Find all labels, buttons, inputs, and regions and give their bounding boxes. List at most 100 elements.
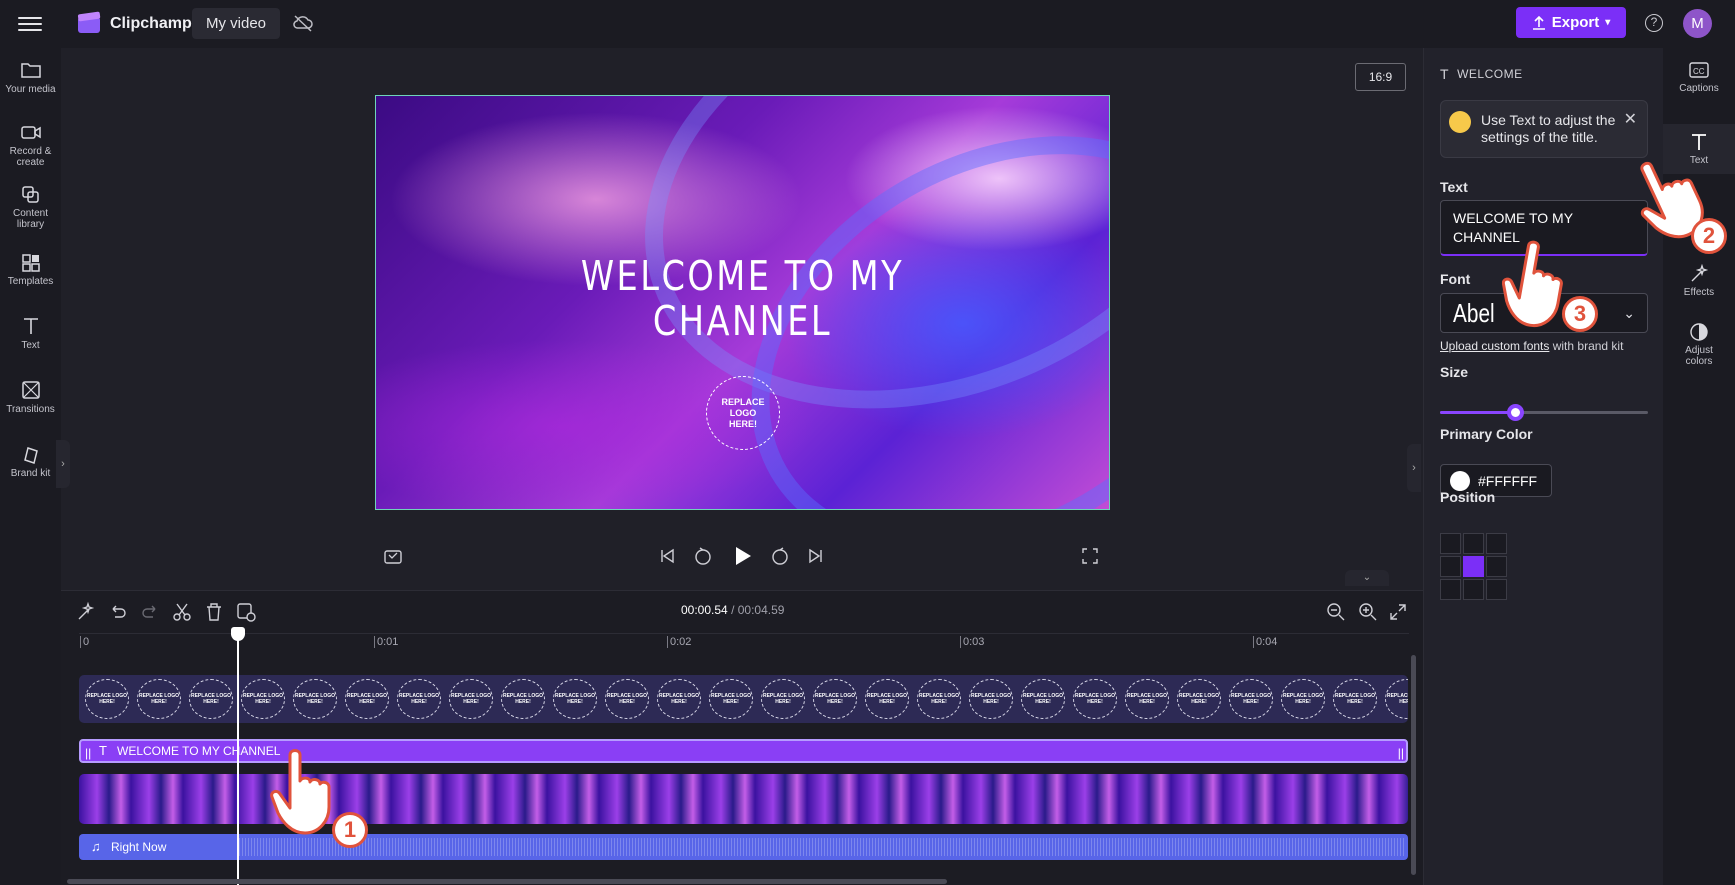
- logo-clip-thumbnail: REPLACE LOGO HERE!: [969, 679, 1013, 719]
- logo-clip-thumbnail: REPLACE LOGO HERE!: [137, 679, 181, 719]
- sidebar-item-text[interactable]: Text: [0, 316, 61, 351]
- logo-clip-track[interactable]: REPLACE LOGO HERE! REPLACE LOGO HERE! REPL…: [79, 675, 1408, 723]
- logo-placeholder-text: REPLACE LOGO HERE!: [721, 396, 765, 429]
- sidebar-item-content-library[interactable]: Content library: [0, 184, 61, 230]
- horizontal-scrollbar[interactable]: [67, 879, 947, 884]
- collapse-timeline-button[interactable]: ⌄: [1345, 570, 1389, 586]
- forward-5s-icon[interactable]: [770, 546, 790, 566]
- playhead[interactable]: [237, 631, 239, 885]
- zoom-in-icon[interactable]: [1357, 601, 1379, 623]
- logo-clip-thumbnail: REPLACE LOGO HERE!: [657, 679, 701, 719]
- logo-clip-thumbnail: REPLACE LOGO HERE!: [1281, 679, 1325, 719]
- position-top-center[interactable]: [1463, 533, 1484, 554]
- clip-handle-right[interactable]: ||: [1398, 743, 1404, 763]
- playhead-handle[interactable]: [231, 627, 245, 641]
- transitions-icon: [21, 381, 40, 399]
- fullscreen-icon[interactable]: [1081, 547, 1099, 565]
- video-preview-canvas[interactable]: WELCOME TO MY CHANNEL REPLACE LOGO HERE!: [375, 95, 1110, 510]
- sidebar-item-adjust-colors[interactable]: Adjust colors: [1663, 322, 1735, 367]
- logo-clip-thumbnail: REPLACE LOGO HERE!: [605, 679, 649, 719]
- emoji-face-icon: [1449, 111, 1471, 133]
- folder-icon: [20, 63, 41, 78]
- sidebar-item-label: Content library: [12, 208, 49, 230]
- scissors-icon[interactable]: [171, 601, 193, 623]
- position-top-left[interactable]: [1440, 533, 1461, 554]
- logo-clip-thumbnail: REPLACE LOGO HERE!: [1229, 679, 1273, 719]
- brand-name: Clipchamp: [110, 15, 192, 32]
- color-swatch: [1450, 470, 1470, 491]
- avatar[interactable]: M: [1683, 9, 1712, 38]
- library-icon: [21, 186, 39, 203]
- export-label: Export: [1551, 14, 1600, 31]
- fit-timeline-icon[interactable]: [1387, 601, 1409, 623]
- cloud-off-icon[interactable]: [292, 13, 314, 33]
- position-middle-left[interactable]: [1440, 556, 1461, 577]
- audio-waveform: [239, 838, 1404, 856]
- menu-icon[interactable]: [18, 13, 42, 35]
- project-name-field[interactable]: My video: [192, 8, 281, 39]
- pointer-hand-icon: [270, 749, 331, 835]
- position-bottom-center[interactable]: [1463, 579, 1484, 600]
- logo-placeholder[interactable]: REPLACE LOGO HERE!: [706, 376, 780, 450]
- sidebar-item-label: Brand kit: [10, 468, 51, 479]
- logo-clip-thumbnail: REPLACE LOGO HERE!: [1177, 679, 1221, 719]
- redo-icon[interactable]: [139, 601, 161, 623]
- audio-clip-label: Right Now: [111, 840, 167, 854]
- font-select-value: Abel: [1453, 298, 1495, 328]
- rewind-5s-icon[interactable]: [693, 546, 713, 566]
- sidebar-item-label: Captions: [1679, 83, 1719, 94]
- title-line-1: WELCOME TO MY: [580, 252, 905, 300]
- magic-wand-icon[interactable]: [75, 601, 97, 623]
- help-icon[interactable]: ?: [1645, 14, 1663, 32]
- time-ruler[interactable]: 0 0:01 0:02 0:03 0:04: [79, 633, 1409, 655]
- sidebar-item-record-create[interactable]: Record & create: [0, 122, 61, 168]
- audio-clip-track[interactable]: ♫ Right Now: [79, 834, 1408, 860]
- primary-color-value: #FFFFFF: [1478, 472, 1538, 489]
- upload-suffix: with brand kit: [1549, 339, 1624, 353]
- position-middle-right[interactable]: [1486, 556, 1507, 577]
- magic-camera-icon[interactable]: [383, 546, 403, 566]
- position-bottom-left[interactable]: [1440, 579, 1461, 600]
- zoom-out-icon[interactable]: [1325, 601, 1347, 623]
- logo-clip-thumbnail: REPLACE LOGO HERE!: [553, 679, 597, 719]
- tutorial-step-badge: 1: [332, 812, 368, 848]
- play-icon[interactable]: [733, 545, 753, 567]
- sidebar-item-templates[interactable]: Templates: [0, 252, 61, 287]
- add-to-timeline-icon[interactable]: [235, 601, 257, 623]
- undo-icon[interactable]: [107, 601, 129, 623]
- music-note-icon: ♫: [91, 839, 101, 854]
- text-icon: [23, 318, 38, 334]
- size-slider-thumb[interactable]: [1507, 404, 1524, 421]
- aspect-ratio-button[interactable]: 16:9: [1355, 63, 1406, 91]
- sidebar-item-your-media[interactable]: Your media: [0, 60, 61, 95]
- templates-icon: [21, 254, 40, 272]
- vertical-scrollbar[interactable]: [1411, 655, 1416, 875]
- tutorial-step-badge: 3: [1562, 296, 1598, 332]
- clip-handle-left[interactable]: ||: [85, 743, 91, 763]
- export-button[interactable]: Export ▾: [1516, 7, 1626, 38]
- trash-icon[interactable]: [203, 601, 225, 623]
- skip-forward-icon[interactable]: [807, 547, 825, 565]
- close-icon[interactable]: ✕: [1624, 109, 1637, 129]
- top-bar: Clipchamp My video Export ▾ ? M: [0, 0, 1735, 48]
- upload-custom-fonts-link[interactable]: Upload custom fonts: [1440, 339, 1549, 353]
- adjust-colors-icon: [1690, 323, 1708, 341]
- sidebar-item-transitions[interactable]: Transitions: [0, 380, 61, 415]
- logo-clip-thumbnail: REPLACE LOGO HERE!: [501, 679, 545, 719]
- text-clip-label: WELCOME TO MY CHANNEL: [117, 744, 281, 758]
- sidebar-item-brand-kit[interactable]: Brand kit: [0, 444, 61, 479]
- position-top-right[interactable]: [1486, 533, 1507, 554]
- font-label: Font: [1440, 271, 1471, 287]
- sidebar-item-captions[interactable]: CC Captions: [1663, 60, 1735, 94]
- camera-icon: [20, 126, 41, 139]
- collapse-right-panel-button[interactable]: ›: [1407, 444, 1421, 492]
- upload-fonts-text: Upload custom fonts with brand kit: [1440, 339, 1623, 353]
- position-middle-center[interactable]: [1463, 556, 1484, 577]
- position-bottom-right[interactable]: [1486, 579, 1507, 600]
- skip-back-icon[interactable]: [658, 547, 676, 565]
- collapse-left-panel-button[interactable]: ›: [56, 440, 70, 488]
- title-text-overlay[interactable]: WELCOME TO MY CHANNEL: [442, 254, 1043, 344]
- logo-clip-thumbnail: REPLACE LOGO HERE!: [709, 679, 753, 719]
- sidebar-item-label: Your media: [5, 84, 56, 95]
- sidebar-item-effects[interactable]: Effects: [1663, 264, 1735, 298]
